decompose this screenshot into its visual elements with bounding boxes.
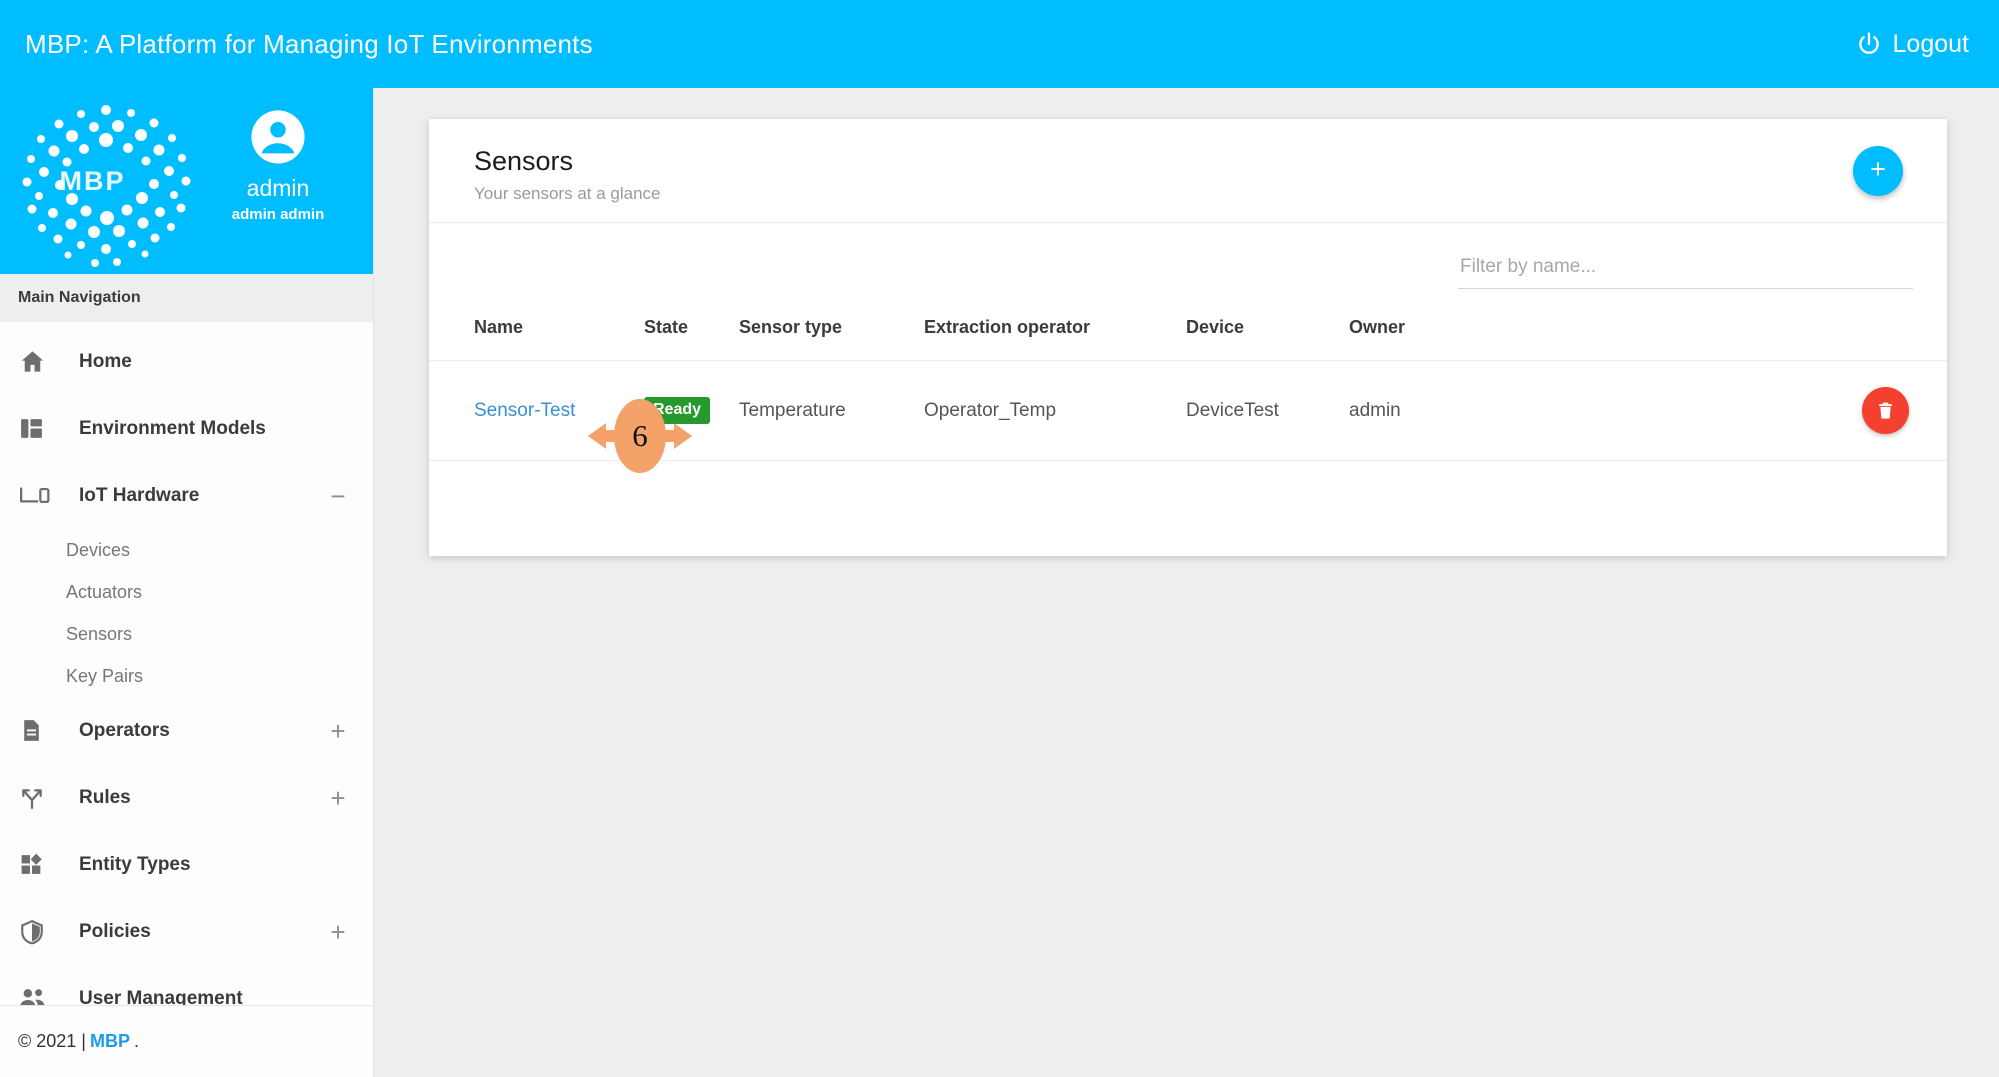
page-subtitle: Your sensors at a glance [474,184,661,204]
sidebar-item-label: Policies [79,920,151,942]
sidebar-item-operators[interactable]: Operators + [0,697,373,764]
cell-owner: admin [1349,360,1579,461]
device-icon [19,481,55,511]
sensors-table: Name State Sensor type Extraction operat… [429,317,1947,461]
sidebar: MBP admin admin admin Main Navigation Ho… [0,88,374,1077]
sidebar-item-actuators[interactable]: Actuators [0,571,373,613]
sidebar-footer: © 2021 | MBP . [0,1005,373,1077]
sidebar-item-iot-hardware[interactable]: IoT Hardware − [0,462,373,529]
sidebar-brand-block: MBP admin admin admin [0,88,373,274]
filter-field [1458,256,1913,289]
plus-icon: + [1870,154,1886,184]
table-row: Sensor-Test Ready Temperature Operator_T… [429,360,1947,461]
sidebar-item-policies[interactable]: Policies + [0,898,373,965]
top-bar: MBP: A Platform for Managing IoT Environ… [0,0,1999,88]
column-header-state: State [644,317,739,361]
nav-list: Home Environment Models IoT Hardware − D… [0,322,373,1032]
nav-section-label: Main Navigation [0,274,373,322]
logout-button[interactable]: Logout [1855,30,1969,59]
page-title: Sensors [474,146,574,176]
user-full-name: admin admin [231,206,325,224]
user-avatar-icon [249,108,307,166]
sidebar-item-devices[interactable]: Devices [0,529,373,571]
nav-toggle-collapse[interactable]: − [329,483,347,509]
filter-by-name-input[interactable] [1458,256,1913,289]
sidebar-item-label: Operators [79,719,170,741]
filter-row [429,223,1947,317]
cell-extraction-operator: Operator_Temp [924,360,1186,461]
delete-sensor-button[interactable] [1862,387,1909,434]
cell-device: DeviceTest [1186,360,1349,461]
sidebar-item-sensors[interactable]: Sensors [0,613,373,655]
sensor-name-link[interactable]: Sensor-Test [474,400,575,421]
footer-suffix: . [133,1031,139,1051]
column-header-sensor-type: Sensor type [739,317,924,361]
column-header-owner: Owner [1349,317,1579,361]
sidebar-item-key-pairs[interactable]: Key Pairs [0,655,373,697]
main-content: Sensors Your sensors at a glance + Filte… [374,88,1999,1077]
dashboard-icon [19,414,55,444]
sidebar-item-rules[interactable]: Rules + [0,764,373,831]
column-header-actions [1579,317,1947,361]
cell-sensor-type: Temperature [739,360,924,461]
document-icon [19,716,55,746]
footer-copyright: © 2021 | [18,1031,86,1051]
sidebar-item-label: Home [79,350,132,372]
sidebar-item-label: Entity Types [79,853,191,875]
home-icon [19,347,55,377]
nav-toggle-expand[interactable]: + [329,718,347,744]
power-icon [1855,30,1883,58]
sidebar-item-label: Environment Models [79,417,266,439]
user-name: admin [246,175,310,201]
table-header-row: Name State Sensor type Extraction operat… [429,317,1947,361]
sidebar-item-environment-models[interactable]: Environment Models [0,395,373,462]
footer-mbp-link[interactable]: MBP [90,1031,130,1052]
logout-label: Logout [1892,29,1969,58]
column-header-extraction-operator: Extraction operator [924,317,1186,361]
trash-icon [1876,401,1895,420]
cell-name: Sensor-Test [429,360,644,461]
branch-icon [19,783,55,813]
cell-actions [1579,360,1947,461]
nav-toggle-expand[interactable]: + [329,919,347,945]
sensors-card: Sensors Your sensors at a glance + Filte… [429,119,1947,556]
shield-icon [19,917,55,947]
sidebar-item-label: Rules [79,786,131,808]
logo-label: MBP [59,166,126,196]
column-header-name: Name [429,317,644,361]
sidebar-item-label: IoT Hardware [79,484,200,506]
sidebar-user-block[interactable]: admin admin admin [193,108,363,223]
sidebar-item-home[interactable]: Home [0,328,373,395]
add-sensor-button[interactable]: + [1853,146,1903,196]
cell-state: Ready [644,360,739,461]
sidebar-item-entity-types[interactable]: Entity Types [0,831,373,898]
status-badge: Ready [644,397,711,424]
column-header-device: Device [1186,317,1349,361]
app-title: MBP: A Platform for Managing IoT Environ… [25,28,593,59]
shapes-icon [19,850,55,880]
application-window: MBP: A Platform for Managing IoT Environ… [0,0,1999,1077]
card-header: Sensors Your sensors at a glance + [429,119,1947,223]
nav-toggle-expand[interactable]: + [329,785,347,811]
